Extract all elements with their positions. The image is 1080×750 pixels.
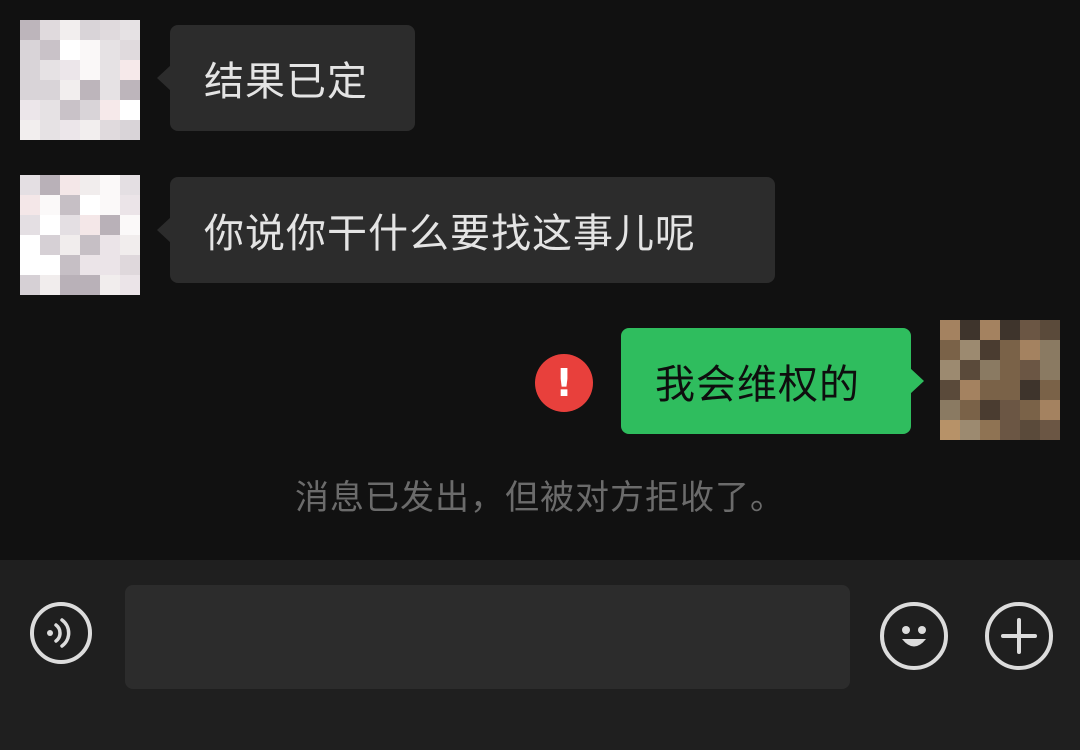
input-bar xyxy=(0,560,1080,750)
message-text: 结果已定 xyxy=(204,59,368,105)
emoji-icon xyxy=(902,626,926,647)
incoming-message-bubble[interactable]: 结果已定 xyxy=(157,25,415,131)
incoming-message-bubble[interactable]: 你说你干什么要找这事儿呢 xyxy=(157,177,775,283)
self-avatar[interactable] xyxy=(940,320,1060,440)
message-input[interactable] xyxy=(125,585,850,689)
chat-area: 结果已定 你说你干什么要找这事儿呢 ! 我会维权的 消息已发出，但被对方拒收了。 xyxy=(0,0,1080,560)
rejected-notice: 消息已发出，但被对方拒收了。 xyxy=(295,478,785,518)
plus-icon xyxy=(1001,618,1037,654)
message-text: 你说你干什么要找这事儿呢 xyxy=(204,211,696,257)
more-button[interactable] xyxy=(985,602,1053,670)
send-failed-icon[interactable]: ! xyxy=(535,354,593,412)
outgoing-message-bubble[interactable]: 我会维权的 xyxy=(621,328,924,434)
voice-button[interactable] xyxy=(30,602,92,664)
contact-avatar[interactable] xyxy=(20,175,140,295)
contact-avatar[interactable] xyxy=(20,20,140,140)
emoji-button[interactable] xyxy=(880,602,948,670)
message-text: 我会维权的 xyxy=(655,362,860,408)
voice-icon xyxy=(47,618,71,648)
